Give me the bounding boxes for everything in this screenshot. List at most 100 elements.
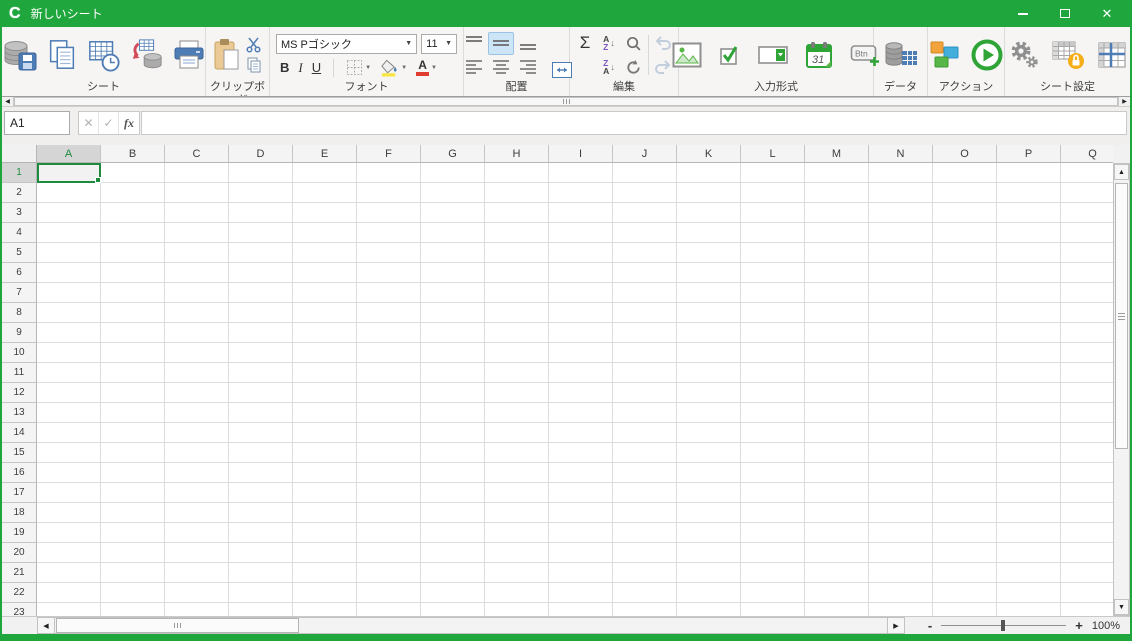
fill-color-button[interactable]: ▼ [380,59,407,77]
cell-L8[interactable] [741,303,805,323]
zoom-out-button[interactable]: - [928,619,932,632]
cell-C9[interactable] [165,323,229,343]
row-header-10[interactable]: 10 [2,343,37,363]
ribbon-scrollbar[interactable]: ◀ ▶ [2,96,1130,107]
cell-Q9[interactable] [1061,323,1113,343]
cell-P21[interactable] [997,563,1061,583]
cell-A7[interactable] [37,283,101,303]
cell-E7[interactable] [293,283,357,303]
cell-Q4[interactable] [1061,223,1113,243]
cell-E21[interactable] [293,563,357,583]
cell-K23[interactable] [677,603,741,616]
cell-C4[interactable] [165,223,229,243]
cell-C3[interactable] [165,203,229,223]
formula-input[interactable] [141,111,1127,135]
cell-B20[interactable] [101,543,165,563]
cell-O20[interactable] [933,543,997,563]
cell-E11[interactable] [293,363,357,383]
cell-O22[interactable] [933,583,997,603]
cell-A8[interactable] [37,303,101,323]
cell-B10[interactable] [101,343,165,363]
cell-M14[interactable] [805,423,869,443]
cell-G2[interactable] [421,183,485,203]
cell-A9[interactable] [37,323,101,343]
cell-K1[interactable] [677,163,741,183]
cell-I3[interactable] [549,203,613,223]
cell-I6[interactable] [549,263,613,283]
cell-M13[interactable] [805,403,869,423]
cell-F2[interactable] [357,183,421,203]
cell-G22[interactable] [421,583,485,603]
column-header-Q[interactable]: Q [1061,145,1113,163]
cell-N1[interactable] [869,163,933,183]
cell-E14[interactable] [293,423,357,443]
cell-L9[interactable] [741,323,805,343]
cell-C21[interactable] [165,563,229,583]
cell-Q2[interactable] [1061,183,1113,203]
cell-P6[interactable] [997,263,1061,283]
cell-K3[interactable] [677,203,741,223]
cell-I9[interactable] [549,323,613,343]
cell-H19[interactable] [485,523,549,543]
cell-D18[interactable] [229,503,293,523]
cell-N18[interactable] [869,503,933,523]
cell-K15[interactable] [677,443,741,463]
cell-I2[interactable] [549,183,613,203]
sheet-history-button[interactable] [86,38,122,72]
cell-M20[interactable] [805,543,869,563]
cell-A1[interactable] [37,163,101,183]
cell-C8[interactable] [165,303,229,323]
cell-E13[interactable] [293,403,357,423]
cell-D9[interactable] [229,323,293,343]
cell-J19[interactable] [613,523,677,543]
cell-J8[interactable] [613,303,677,323]
cell-G23[interactable] [421,603,485,616]
cell-reference-input[interactable] [4,111,70,135]
settings-button[interactable] [1009,40,1039,70]
column-header-P[interactable]: P [997,145,1061,163]
cell-K2[interactable] [677,183,741,203]
cell-K17[interactable] [677,483,741,503]
font-color-button[interactable]: A ▼ [416,60,437,76]
cell-M8[interactable] [805,303,869,323]
cell-P23[interactable] [997,603,1061,616]
cell-E18[interactable] [293,503,357,523]
cell-G18[interactable] [421,503,485,523]
cell-E10[interactable] [293,343,357,363]
cell-I23[interactable] [549,603,613,616]
cell-E12[interactable] [293,383,357,403]
cell-F5[interactable] [357,243,421,263]
cell-E6[interactable] [293,263,357,283]
cell-J22[interactable] [613,583,677,603]
cell-G6[interactable] [421,263,485,283]
cell-B3[interactable] [101,203,165,223]
cell-H13[interactable] [485,403,549,423]
cell-C16[interactable] [165,463,229,483]
cell-I7[interactable] [549,283,613,303]
cell-H18[interactable] [485,503,549,523]
row-header-6[interactable]: 6 [2,263,37,283]
cell-J12[interactable] [613,383,677,403]
cell-D15[interactable] [229,443,293,463]
cell-E8[interactable] [293,303,357,323]
cell-N11[interactable] [869,363,933,383]
save-to-database-button[interactable] [2,38,38,72]
cell-O12[interactable] [933,383,997,403]
cell-F22[interactable] [357,583,421,603]
cell-N8[interactable] [869,303,933,323]
cell-J5[interactable] [613,243,677,263]
cell-A4[interactable] [37,223,101,243]
column-header-L[interactable]: L [741,145,805,163]
cell-G13[interactable] [421,403,485,423]
cell-A17[interactable] [37,483,101,503]
cell-B5[interactable] [101,243,165,263]
cell-L6[interactable] [741,263,805,283]
confirm-entry-button[interactable]: ✓ [99,112,119,134]
cell-L17[interactable] [741,483,805,503]
cell-E9[interactable] [293,323,357,343]
cell-B18[interactable] [101,503,165,523]
cell-O21[interactable] [933,563,997,583]
cell-O11[interactable] [933,363,997,383]
scroll-down-button[interactable]: ▼ [1114,599,1129,615]
cell-P2[interactable] [997,183,1061,203]
